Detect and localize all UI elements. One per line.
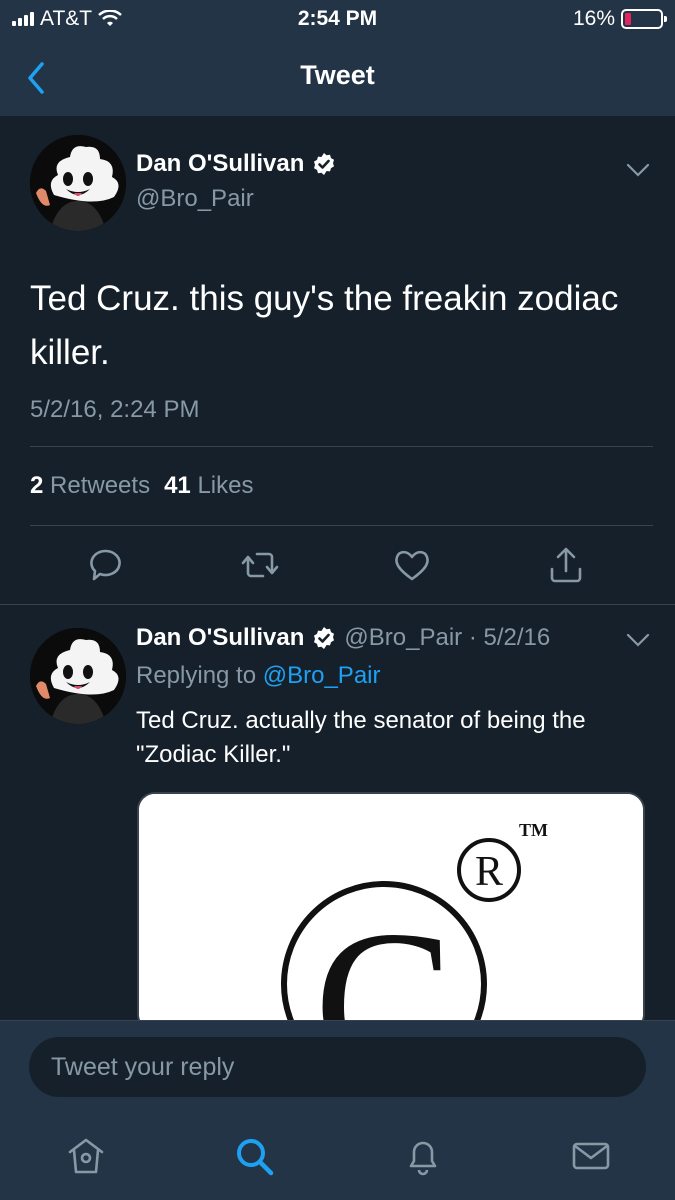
retweets-stat[interactable]: 2 Retweets — [30, 472, 150, 500]
status-bar: AT&T 2:54 PM 16% — [0, 0, 675, 38]
home-icon[interactable] — [64, 1134, 108, 1178]
tweet-text: Ted Cruz. this guy's the freakin zodiac … — [30, 279, 619, 372]
reply-meta[interactable]: @Bro_Pair · 5/2/16 — [344, 624, 550, 652]
author-name[interactable]: Dan O'Sullivan — [136, 150, 304, 178]
battery-icon — [621, 9, 667, 29]
battery-percent: 16% — [572, 7, 615, 30]
reply-avatar[interactable] — [30, 628, 126, 724]
reply-input[interactable]: Tweet your reply — [29, 1037, 646, 1097]
chevron-down-icon[interactable] — [625, 632, 651, 648]
reply-header: Dan O'Sullivan @Bro_Pair · 5/2/16 — [136, 624, 550, 652]
likes-stat[interactable]: 41 Likes — [164, 472, 253, 500]
tweet-timestamp: 5/2/16, 2:24 PM — [30, 396, 200, 423]
copyright-mark: C — [314, 888, 454, 1032]
status-right: 16% — [572, 7, 667, 31]
messages-icon[interactable] — [569, 1134, 613, 1178]
divider — [30, 446, 653, 447]
search-icon[interactable] — [232, 1134, 276, 1178]
avatar-image — [30, 628, 126, 724]
tab-bar — [0, 1116, 675, 1200]
tweet-actions — [0, 545, 675, 589]
registered-mark: R — [475, 849, 503, 895]
avatar[interactable] — [30, 135, 126, 231]
divider — [0, 604, 675, 605]
reply-icon[interactable] — [86, 545, 126, 585]
author-handle[interactable]: @Bro_Pair — [136, 185, 254, 213]
tweet-media-image[interactable]: TM R C — [137, 792, 645, 1032]
tweet-stats: 2 Retweets 41 Likes — [30, 472, 253, 500]
verified-badge-icon — [314, 153, 335, 175]
verified-badge-icon — [314, 627, 335, 649]
page-title: Tweet — [300, 60, 375, 90]
copyright-logo-image: TM R C — [139, 794, 643, 1032]
replying-to-link[interactable]: @Bro_Pair — [263, 662, 381, 689]
like-icon[interactable] — [392, 545, 432, 585]
author-name-line[interactable]: Dan O'Sullivan — [136, 150, 336, 178]
top-bar: AT&T 2:54 PM 16% Tweet — [0, 0, 675, 116]
trademark-mark: TM — [519, 820, 548, 840]
replying-to: Replying to @Bro_Pair — [136, 662, 381, 689]
chevron-down-icon[interactable] — [625, 162, 651, 178]
notifications-icon[interactable] — [401, 1134, 445, 1178]
avatar-image — [30, 135, 126, 231]
reply-author-name[interactable]: Dan O'Sullivan — [136, 624, 304, 652]
nav-bar: Tweet — [0, 50, 675, 106]
reply-text: Ted Cruz. actually the senator of being … — [136, 707, 586, 768]
divider — [30, 525, 653, 526]
share-icon[interactable] — [546, 545, 586, 585]
retweet-icon[interactable] — [240, 545, 280, 585]
